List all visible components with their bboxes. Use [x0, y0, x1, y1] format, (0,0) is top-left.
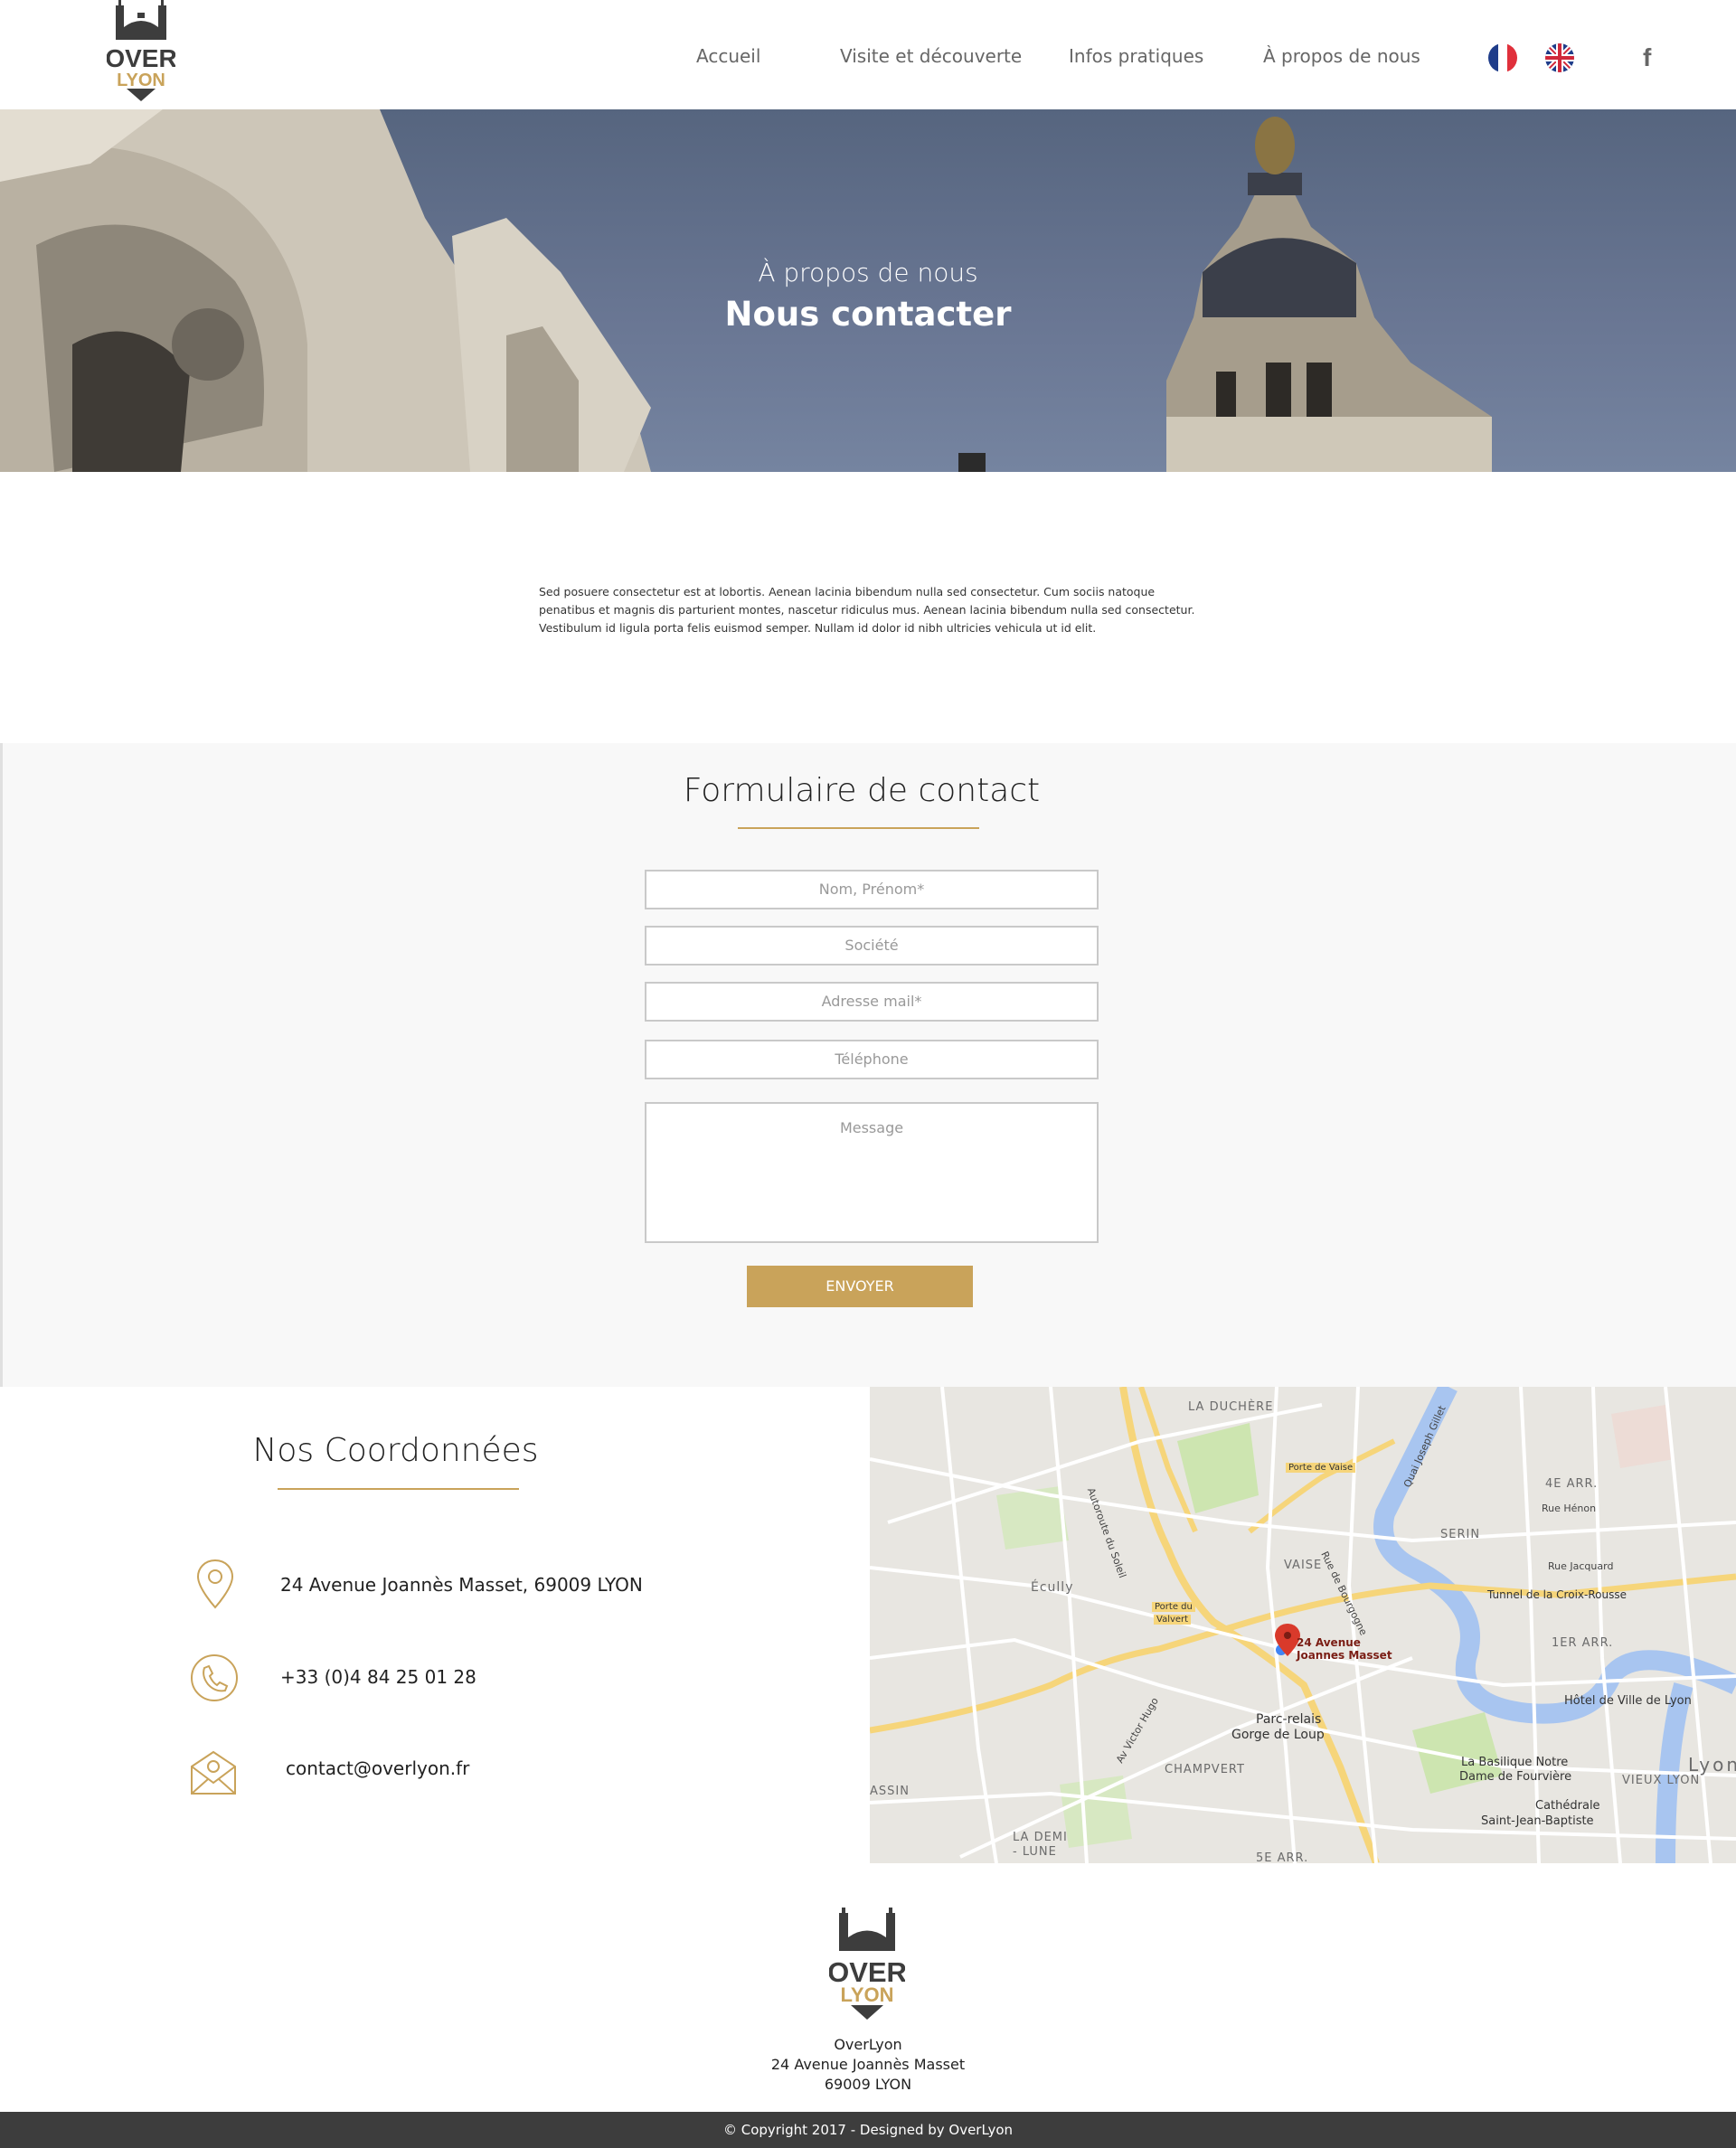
- phone-icon: [188, 1651, 239, 1705]
- contact-form-section: Formulaire de contact Nom, Prénom* Socié…: [0, 743, 1736, 1387]
- map-label-duchere: LA DUCHÈRE: [1188, 1400, 1274, 1414]
- map-label-porte-valvert-1: Porte du: [1152, 1602, 1195, 1612]
- footer-company-name: OverLyon: [834, 2036, 902, 2053]
- hero-subtitle: À propos de nous: [758, 258, 978, 287]
- map-label-basilique1: La Basilique Notre: [1461, 1756, 1569, 1769]
- company-field[interactable]: Société: [645, 926, 1099, 966]
- map-label-parc2: Gorge de Loup: [1231, 1728, 1325, 1742]
- map-label-rue-henon: Rue Hénon: [1542, 1503, 1597, 1514]
- map-label-champvert: CHAMPVERT: [1165, 1763, 1245, 1776]
- footer-street: 24 Avenue Joannès Masset: [770, 2056, 966, 2073]
- email-text[interactable]: contact@overlyon.fr: [286, 1757, 469, 1779]
- map-label-arr4: 4E ARR.: [1545, 1477, 1599, 1491]
- message-field[interactable]: Message: [645, 1102, 1099, 1243]
- svg-text:LYON: LYON: [840, 1983, 893, 2006]
- map-label-porte-valvert-2: Valvert: [1154, 1615, 1192, 1625]
- map-label-hotel: Hôtel de Ville de Lyon: [1564, 1694, 1692, 1708]
- nav-item-infos[interactable]: Infos pratiques: [1069, 45, 1203, 67]
- form-title-underline: [738, 827, 979, 829]
- map-label-cath1: Cathédrale: [1535, 1799, 1600, 1813]
- name-field[interactable]: Nom, Prénom*: [645, 870, 1099, 909]
- location-map[interactable]: LA DUCHÈRE Écully VAISE SERIN 4E ARR. 1E…: [870, 1387, 1736, 1863]
- facebook-icon[interactable]: f: [1643, 43, 1651, 72]
- map-label-ecully: Écully: [1031, 1580, 1074, 1595]
- map-label-serin: SERIN: [1440, 1528, 1481, 1541]
- map-label-tunnel: Tunnel de la Croix-Rousse: [1487, 1588, 1627, 1601]
- nav-item-accueil[interactable]: Accueil: [696, 45, 760, 67]
- uk-flag-icon[interactable]: [1545, 43, 1574, 72]
- mail-icon: [188, 1743, 239, 1797]
- footer-logo[interactable]: OVER LYON: [827, 1908, 907, 2020]
- nav-item-a-propos[interactable]: À propos de nous: [1263, 45, 1420, 67]
- send-button[interactable]: ENVOYER: [747, 1266, 973, 1307]
- phone-field[interactable]: Téléphone: [645, 1040, 1099, 1079]
- main-nav: Accueil Visite et découverte Infos prati…: [0, 45, 1736, 72]
- location-pin-icon: [190, 1557, 241, 1611]
- map-label-porte-vaise: Porte de Vaise: [1286, 1463, 1356, 1473]
- footer-city: 69009 LYON: [824, 2076, 912, 2093]
- hero-banner: À propos de nous Nous contacter: [0, 109, 1736, 472]
- map-label-rue-jacquard: Rue Jacquard: [1548, 1560, 1614, 1572]
- map-label-arr5: 5E ARR.: [1256, 1851, 1309, 1863]
- map-label-parc1: Parc-relais: [1256, 1712, 1322, 1727]
- address-text: 24 Avenue Joannès Masset, 69009 LYON: [280, 1574, 643, 1596]
- coordinates-title: Nos Coordonnées: [252, 1432, 539, 1469]
- map-label-lyon: Lyon: [1688, 1754, 1736, 1776]
- email-field[interactable]: Adresse mail*: [645, 982, 1099, 1022]
- map-label-lune: - LUNE: [1013, 1845, 1057, 1859]
- basilica-photo: [0, 109, 1492, 472]
- page-title: Nous contacter: [724, 295, 1012, 334]
- svg-text:LYON: LYON: [117, 71, 165, 90]
- phone-text[interactable]: +33 (0)4 84 25 01 28: [280, 1666, 476, 1688]
- map-label-vieux-lyon: VIEUX LYON: [1622, 1774, 1701, 1787]
- intro-paragraph: Sed posuere consectetur est at lobortis.…: [539, 585, 1195, 635]
- site-header: OVER LYON Accueil Visite et découverte I…: [0, 0, 1736, 109]
- map-label-arr1: 1ER ARR.: [1552, 1636, 1614, 1650]
- copyright-bar: © Copyright 2017 - Designed by OverLyon: [0, 2112, 1736, 2148]
- map-label-vaise: VAISE: [1284, 1559, 1323, 1572]
- nav-item-visite[interactable]: Visite et découverte: [840, 45, 1022, 67]
- map-label-lademi: LA DEMI: [1013, 1831, 1068, 1844]
- map-label-assin: ASSIN: [870, 1785, 910, 1798]
- french-flag-icon[interactable]: [1488, 43, 1517, 72]
- map-label-cath2: Saint-Jean-Baptiste: [1481, 1814, 1594, 1828]
- form-title: Formulaire de contact: [683, 772, 1041, 809]
- map-label-basilique2: Dame de Fourvière: [1459, 1770, 1572, 1784]
- map-marker-label-2: Joannes Masset: [1297, 1649, 1392, 1662]
- map-marker-label-1: 24 Avenue: [1297, 1636, 1361, 1649]
- map-roads: [870, 1387, 1736, 1863]
- coordinates-title-underline: [278, 1488, 519, 1490]
